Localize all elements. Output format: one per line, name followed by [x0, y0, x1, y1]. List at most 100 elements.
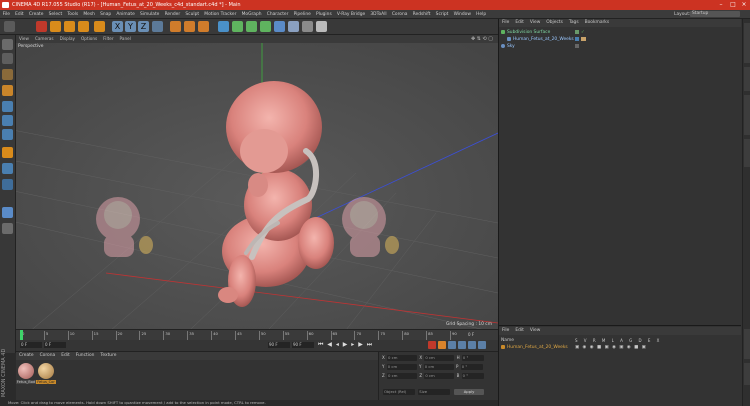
material-swatch-fetus-cor[interactable]	[38, 363, 54, 379]
side-tab-layers[interactable]	[744, 363, 750, 385]
visibility-toggle-icon[interactable]	[575, 30, 579, 34]
move-icon[interactable]	[50, 21, 61, 32]
viewport-menu-view[interactable]: View	[16, 35, 32, 43]
menu-help[interactable]: Help	[474, 10, 489, 19]
deformer-icon[interactable]	[274, 21, 285, 32]
render-settings-icon[interactable]	[198, 21, 209, 32]
object-row-fetus[interactable]: Human_Fetus_at_20_Weeks	[501, 36, 739, 43]
viewport-menu-filter[interactable]: Filter	[100, 35, 116, 43]
size-z-field[interactable]: 0 cm	[424, 373, 455, 379]
lm-menu-view[interactable]: View	[527, 327, 543, 335]
om-menu-bookmarks[interactable]: Bookmarks	[582, 19, 613, 27]
points-mode-icon[interactable]	[2, 101, 13, 112]
menu-snap[interactable]: Snap	[98, 10, 114, 19]
coordinate-system-icon[interactable]	[152, 21, 163, 32]
material-menu-create[interactable]: Create	[16, 352, 37, 360]
layer-row[interactable]: Human_Fetus_at_20_Weeks ▣ ◉ ◉ ■ ▣ ◉ ▣ ◉ …	[501, 344, 739, 351]
rot-h-field[interactable]: 0 °	[461, 355, 484, 361]
material-menu-corona[interactable]: Corona	[37, 352, 59, 360]
menu-window[interactable]: Window	[451, 10, 474, 19]
menu-plugins[interactable]: Plugins	[313, 10, 334, 19]
start-frame-field[interactable]: 0 F	[44, 342, 66, 348]
pos-z-field[interactable]: 0 cm	[387, 373, 418, 379]
pos-x-field[interactable]: 0 cm	[387, 355, 418, 361]
texture-mode-icon[interactable]	[2, 69, 13, 80]
end-frame-field[interactable]: 90 F	[268, 342, 290, 348]
lm-menu-file[interactable]: File	[499, 327, 512, 335]
make-editable-icon[interactable]	[2, 39, 13, 50]
object-row-sky[interactable]: Sky	[501, 43, 739, 50]
menu-create[interactable]: Create	[26, 10, 46, 19]
keyframe-selection-icon[interactable]	[448, 341, 456, 349]
viewport-menu-panel[interactable]: Panel	[117, 35, 134, 43]
viewport-menu-display[interactable]: Display	[57, 35, 78, 43]
size-x-field[interactable]: 0 cm	[424, 355, 455, 361]
om-menu-edit[interactable]: Edit	[512, 19, 527, 27]
menu-animate[interactable]: Animate	[114, 10, 138, 19]
quantize-icon[interactable]	[2, 207, 13, 218]
om-menu-objects[interactable]: Objects	[543, 19, 566, 27]
undo-icon[interactable]	[4, 21, 15, 32]
maximize-icon[interactable]: □	[728, 1, 738, 9]
live-selection-icon[interactable]	[36, 21, 47, 32]
menu-tools[interactable]: Tools	[65, 10, 81, 19]
model-mode-icon[interactable]	[2, 53, 13, 64]
menu-file[interactable]: File	[0, 10, 13, 19]
scale-key-icon[interactable]	[468, 341, 476, 349]
material-swatch-fetus-bod[interactable]	[18, 363, 34, 379]
record-keyframe-icon[interactable]	[428, 341, 436, 349]
material-menu-texture[interactable]: Texture	[97, 352, 119, 360]
om-menu-file[interactable]: File	[499, 19, 512, 27]
menu-select[interactable]: Select	[46, 10, 65, 19]
menu-simulate[interactable]: Simulate	[137, 10, 162, 19]
menu-script[interactable]: Script	[433, 10, 451, 19]
rotation-key-icon[interactable]	[478, 341, 486, 349]
coord-mode-select[interactable]: Object (Rel)	[383, 389, 415, 395]
lock-workplane-icon[interactable]	[2, 223, 13, 234]
z-axis-lock-icon[interactable]: Z	[138, 21, 149, 32]
x-axis-lock-icon[interactable]: X	[112, 21, 123, 32]
light-icon[interactable]	[316, 21, 327, 32]
snap-icon[interactable]	[2, 179, 13, 190]
scale-icon[interactable]	[64, 21, 75, 32]
enabled-check-icon[interactable]: ✓	[581, 29, 585, 36]
playback-controls[interactable]: ⏮ ◀ ◂ ▶ ▸ ▶ ⏭	[318, 341, 373, 349]
autokey-icon[interactable]	[438, 341, 446, 349]
menu-redshift[interactable]: Redshift	[410, 10, 433, 19]
menu-edit[interactable]: Edit	[13, 10, 27, 19]
menu-pipeline[interactable]: Pipeline	[291, 10, 313, 19]
side-tab-structure[interactable]	[744, 139, 750, 167]
apply-button[interactable]: Apply	[453, 389, 484, 395]
floor-icon[interactable]	[288, 21, 299, 32]
menu-render[interactable]: Render	[162, 10, 183, 19]
side-tab-objects[interactable]	[744, 23, 750, 63]
recent-tools-icon[interactable]	[94, 21, 105, 32]
position-key-icon[interactable]	[458, 341, 466, 349]
om-menu-tags[interactable]: Tags	[566, 19, 582, 27]
visibility-toggle-icon[interactable]	[575, 44, 579, 48]
side-tab-content-browser[interactable]	[744, 95, 750, 135]
camera-icon[interactable]	[302, 21, 313, 32]
side-tab-attributes[interactable]	[744, 329, 750, 359]
rotate-icon[interactable]	[78, 21, 89, 32]
close-icon[interactable]: ×	[739, 1, 749, 9]
spline-pen-icon[interactable]	[232, 21, 243, 32]
workplane-icon[interactable]	[2, 85, 13, 96]
perspective-viewport[interactable]: Perspective Grid Spacing : 10 cm	[16, 43, 498, 329]
menu-character[interactable]: Character	[264, 10, 291, 19]
timeline-ruler[interactable]: 0 5 10 15 20 25 30 35 40 45 50 55 60 65 70 75 80 85 90 0 F	[16, 329, 498, 341]
viewport-nav-icons[interactable]: ✥ ⇅ ⟲ ▢	[468, 35, 496, 43]
side-tab-takes[interactable]	[744, 67, 750, 91]
menu-mograph[interactable]: MoGraph	[239, 10, 264, 19]
cube-icon[interactable]	[218, 21, 229, 32]
menu-motion-tracker[interactable]: Motion Tracker	[202, 10, 239, 19]
tweak-mode-icon[interactable]	[2, 163, 13, 174]
pos-y-field[interactable]: 0 cm	[386, 364, 417, 370]
menu-vray-bridge[interactable]: V-Ray Bridge	[334, 10, 367, 19]
layout-select[interactable]: Startup	[690, 11, 740, 17]
max-frame-field[interactable]: 90 F	[292, 342, 314, 348]
object-row-subdivision[interactable]: Subdivision Surface ✓	[501, 29, 739, 36]
array-icon[interactable]	[260, 21, 271, 32]
render-view-icon[interactable]	[170, 21, 181, 32]
subdivision-surface-icon[interactable]	[246, 21, 257, 32]
